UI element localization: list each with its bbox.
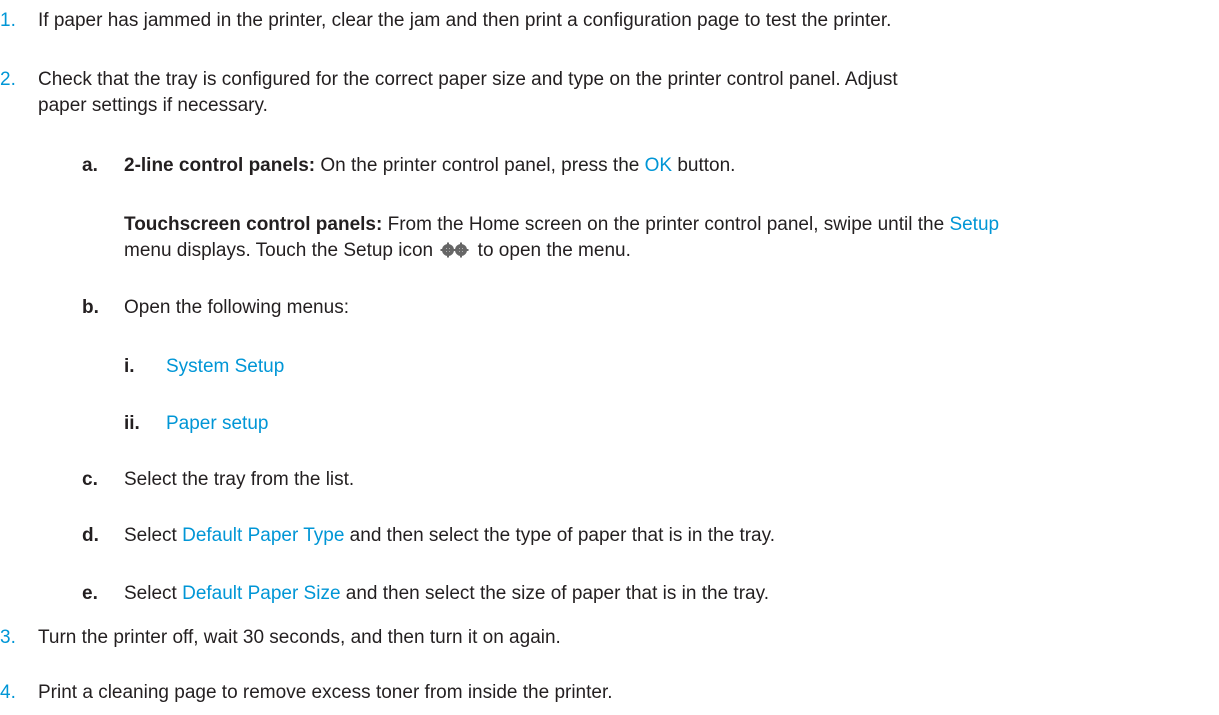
step-text: Check that the tray is configured for th… xyxy=(38,67,1208,119)
default-paper-size-link[interactable]: Default Paper Size xyxy=(182,583,340,604)
step-text: Turn the printer off, wait 30 seconds, a… xyxy=(38,627,561,648)
text-segment: On the printer control panel, press the xyxy=(315,155,645,176)
substep-letter: d. xyxy=(82,525,99,546)
step-text-line1: Check that the tray is configured for th… xyxy=(38,69,898,90)
substep-letter: b. xyxy=(82,297,99,318)
gear-icon xyxy=(440,240,470,266)
control-panel-type-label: 2-line control panels: xyxy=(124,155,316,176)
menu-item-number: i. xyxy=(124,356,135,377)
substep-text: Touchscreen control panels: From the Hom… xyxy=(124,212,1214,266)
system-setup-link[interactable]: System Setup xyxy=(166,354,284,380)
touchscreen-label: Touchscreen control panels: xyxy=(124,214,383,235)
substep-text: Select Default Paper Type and then selec… xyxy=(124,523,1214,549)
text-segment: menu displays. Touch the Setup icon xyxy=(124,240,434,261)
setup-menu-link[interactable]: Setup xyxy=(949,214,999,235)
substep-letter: c. xyxy=(82,469,98,490)
step-text-line2: paper settings if necessary. xyxy=(38,95,268,116)
text-segment: button. xyxy=(672,155,736,176)
step-text: Print a cleaning page to remove excess t… xyxy=(38,682,613,703)
text-segment: Select xyxy=(124,583,183,604)
step-number: 3. xyxy=(0,627,16,648)
step-number: 2. xyxy=(0,69,16,90)
text-segment: From the Home screen on the printer cont… xyxy=(382,214,950,235)
substep-text: Select the tray from the list. xyxy=(124,469,355,490)
text-segment: and then select the type of paper that i… xyxy=(344,525,775,546)
substep-letter: a. xyxy=(82,155,98,176)
step-number: 1. xyxy=(0,10,16,31)
step-text: If paper has jammed in the printer, clea… xyxy=(38,10,892,31)
text-segment: and then select the size of paper that i… xyxy=(340,583,769,604)
step-number: 4. xyxy=(0,682,16,703)
substep-text: Open the following menus: xyxy=(124,297,349,318)
substep-text: 2-line control panels: On the printer co… xyxy=(124,153,1214,179)
substep-text: Select Default Paper Size and then selec… xyxy=(124,581,1214,607)
menu-item-number: ii. xyxy=(124,413,140,434)
default-paper-type-link[interactable]: Default Paper Type xyxy=(182,525,344,546)
text-segment: Select xyxy=(124,525,183,546)
substep-letter: e. xyxy=(82,583,98,604)
ok-button-link[interactable]: OK xyxy=(645,155,672,176)
paper-setup-link[interactable]: Paper setup xyxy=(166,411,268,437)
text-segment: to open the menu. xyxy=(472,240,631,261)
